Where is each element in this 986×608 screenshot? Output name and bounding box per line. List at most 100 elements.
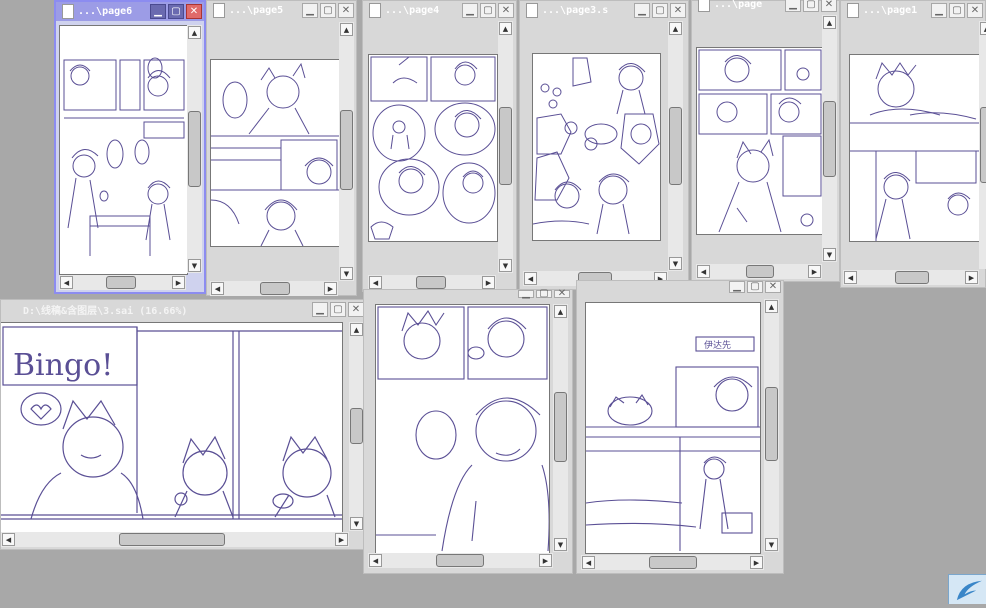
scroll-down-arrow[interactable]: ▼ <box>669 257 682 270</box>
scroll-down-arrow[interactable]: ▼ <box>823 248 836 261</box>
close-icon[interactable]: ✕ <box>186 4 202 19</box>
scroll-down-arrow[interactable]: ▼ <box>765 538 778 551</box>
close-icon[interactable]: ✕ <box>348 302 364 317</box>
close-icon[interactable]: ✕ <box>554 289 570 299</box>
scroll-right-arrow[interactable]: ▶ <box>482 276 495 289</box>
scroll-down-arrow[interactable]: ▼ <box>350 517 363 530</box>
vertical-scrollbar[interactable]: ▲ ▼ <box>668 21 683 271</box>
scroll-down-arrow[interactable]: ▼ <box>554 538 567 551</box>
close-icon[interactable]: ✕ <box>338 3 354 18</box>
scroll-left-arrow[interactable]: ◀ <box>524 272 537 285</box>
canvas-page3-zoomed[interactable]: Bingo! <box>1 322 343 533</box>
scroll-up-arrow[interactable]: ▲ <box>669 22 682 35</box>
maximize-icon[interactable]: ▢ <box>652 3 668 18</box>
window-page2[interactable]: ...\page ▁ ▢ ✕ ▲ ▼ ◀ ▶ <box>691 0 840 282</box>
titlebar[interactable]: ...\page1 ▁ ▢ ✕ <box>841 1 985 20</box>
close-icon[interactable]: ✕ <box>967 3 983 18</box>
maximize-icon[interactable]: ▢ <box>330 302 346 317</box>
maximize-icon[interactable]: ▢ <box>536 289 552 299</box>
scroll-right-arrow[interactable]: ▶ <box>324 282 337 295</box>
scroll-right-arrow[interactable]: ▶ <box>750 556 763 569</box>
scroll-thumb[interactable] <box>746 265 774 278</box>
scroll-right-arrow[interactable]: ▶ <box>539 554 552 567</box>
minimize-icon[interactable]: ▁ <box>312 302 328 317</box>
titlebar[interactable]: ...\page5 ▁ ▢ ✕ <box>207 1 356 20</box>
close-icon[interactable]: ✕ <box>670 3 686 18</box>
scroll-thumb[interactable] <box>119 533 225 546</box>
horizontal-scrollbar[interactable]: ◀ ▶ <box>696 264 822 279</box>
scroll-up-arrow[interactable]: ▲ <box>188 26 201 39</box>
titlebar[interactable]: ...\page4 ▁ ▢ ✕ <box>363 1 516 20</box>
horizontal-scrollbar[interactable]: ◀ ▶ <box>368 553 553 568</box>
canvas-page5[interactable] <box>210 59 340 247</box>
horizontal-scrollbar[interactable]: ◀ ▶ <box>59 275 186 290</box>
close-icon[interactable]: ✕ <box>821 0 837 12</box>
canvas-page7[interactable] <box>375 304 550 554</box>
canvas-page4[interactable] <box>368 54 498 242</box>
maximize-icon[interactable]: ▢ <box>949 3 965 18</box>
minimize-icon[interactable]: ▁ <box>302 3 318 18</box>
scroll-left-arrow[interactable]: ◀ <box>582 556 595 569</box>
scroll-thumb[interactable] <box>106 276 136 289</box>
close-icon[interactable]: ✕ <box>765 281 781 293</box>
scroll-up-arrow[interactable]: ▲ <box>340 23 353 36</box>
window-page7[interactable]: ▁ ▢ ✕ ▲ ▼ ◀ ▶ <box>363 289 573 574</box>
scroll-up-arrow[interactable]: ▲ <box>765 300 778 313</box>
maximize-icon[interactable]: ▢ <box>803 0 819 12</box>
window-page4[interactable]: ...\page4 ▁ ▢ ✕ ▲ ▼ ◀ ▶ <box>362 0 517 292</box>
vertical-scrollbar[interactable]: ▲ ▼ <box>764 299 779 552</box>
scroll-right-arrow[interactable]: ▶ <box>172 276 185 289</box>
scroll-up-arrow[interactable]: ▲ <box>980 22 986 35</box>
titlebar[interactable]: ▁ ▢ ✕ <box>364 289 572 299</box>
scroll-thumb[interactable] <box>554 392 567 462</box>
scroll-up-arrow[interactable]: ▲ <box>823 16 836 29</box>
scroll-thumb[interactable] <box>669 107 682 185</box>
scroll-left-arrow[interactable]: ◀ <box>369 554 382 567</box>
window-page6[interactable]: ...\page6 ▁ ▢ ✕ ▲ ▼ ◀ ▶ <box>54 0 206 294</box>
window-page5[interactable]: ...\page5 ▁ ▢ ✕ ▲ ▼ ◀ ▶ <box>206 0 357 296</box>
vertical-scrollbar[interactable]: ▲ <box>979 21 986 269</box>
canvas-page1[interactable] <box>849 54 980 242</box>
scroll-right-arrow[interactable]: ▶ <box>965 271 978 284</box>
titlebar[interactable]: D:\线稿&含图层\3.sai (16.66%) ▁ ▢ ✕ <box>1 300 366 319</box>
maximize-icon[interactable]: ▢ <box>480 3 496 18</box>
minimize-icon[interactable]: ▁ <box>150 4 166 19</box>
scroll-right-arrow[interactable]: ▶ <box>808 265 821 278</box>
titlebar[interactable]: ...\page ▁ ▢ ✕ <box>692 0 839 14</box>
titlebar[interactable]: ...\page3.s ▁ ▢ ✕ <box>520 1 688 20</box>
scroll-up-arrow[interactable]: ▲ <box>554 305 567 318</box>
scroll-thumb[interactable] <box>260 282 290 295</box>
canvas-page8[interactable]: 伊达先 <box>585 302 761 554</box>
window-page1[interactable]: ...\page1 ▁ ▢ ✕ ▲ ◀ ▶ <box>840 0 986 288</box>
horizontal-scrollbar[interactable]: ◀ ▶ <box>1 532 349 547</box>
scroll-thumb[interactable] <box>340 110 353 190</box>
sai-logo-icon[interactable] <box>948 574 986 604</box>
minimize-icon[interactable]: ▁ <box>634 3 650 18</box>
scroll-left-arrow[interactable]: ◀ <box>2 533 15 546</box>
window-page3-zoomed[interactable]: D:\线稿&含图层\3.sai (16.66%) ▁ ▢ ✕ Bingo! ▲ … <box>0 299 367 550</box>
scroll-left-arrow[interactable]: ◀ <box>369 276 382 289</box>
maximize-icon[interactable]: ▢ <box>168 4 184 19</box>
titlebar[interactable]: ...\page6 ▁ ▢ ✕ <box>56 2 204 21</box>
scroll-thumb[interactable] <box>188 111 201 187</box>
scroll-left-arrow[interactable]: ◀ <box>60 276 73 289</box>
minimize-icon[interactable]: ▁ <box>785 0 801 12</box>
scroll-thumb[interactable] <box>499 107 512 185</box>
vertical-scrollbar[interactable]: ▲ ▼ <box>553 304 568 552</box>
scroll-down-arrow[interactable]: ▼ <box>340 267 353 280</box>
scroll-thumb[interactable] <box>765 387 778 461</box>
canvas-page2[interactable] <box>696 47 824 235</box>
minimize-icon[interactable]: ▁ <box>518 289 534 299</box>
scroll-thumb[interactable] <box>649 556 697 569</box>
maximize-icon[interactable]: ▢ <box>747 281 763 293</box>
canvas-page3[interactable] <box>532 53 661 241</box>
horizontal-scrollbar[interactable]: ◀ ▶ <box>843 270 979 285</box>
scroll-thumb[interactable] <box>980 107 986 183</box>
minimize-icon[interactable]: ▁ <box>729 281 745 293</box>
horizontal-scrollbar[interactable]: ◀ ▶ <box>368 275 496 290</box>
close-icon[interactable]: ✕ <box>498 3 514 18</box>
vertical-scrollbar[interactable]: ▲ ▼ <box>187 25 202 273</box>
horizontal-scrollbar[interactable]: ◀ ▶ <box>210 281 338 296</box>
scroll-left-arrow[interactable]: ◀ <box>844 271 857 284</box>
vertical-scrollbar[interactable]: ▲ ▼ <box>349 322 364 531</box>
